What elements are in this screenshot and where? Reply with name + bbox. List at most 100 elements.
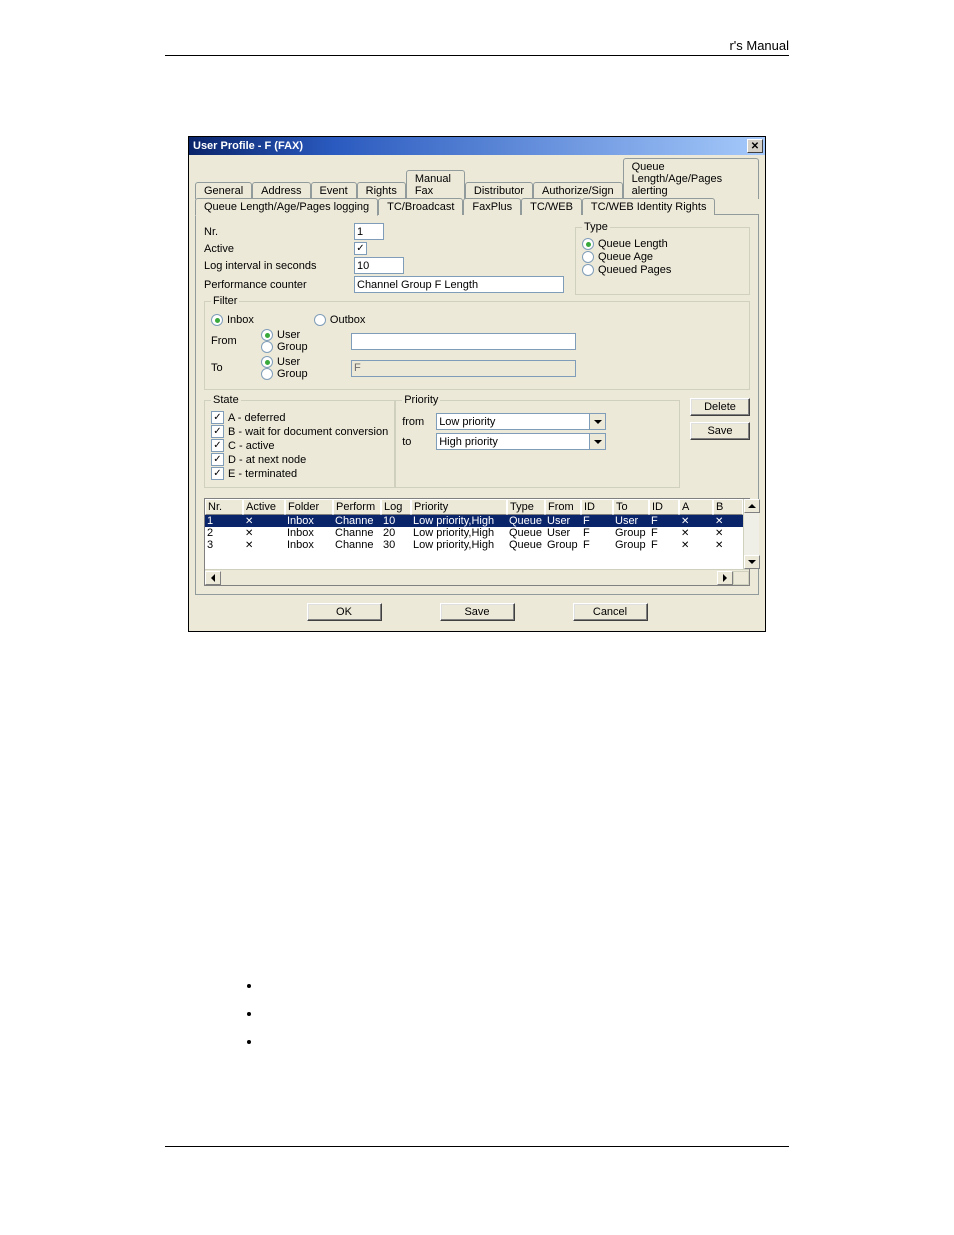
priority-to-label: to — [402, 436, 436, 448]
scroll-down-button[interactable] — [744, 555, 760, 569]
tab-tc-broadcast[interactable]: TC/Broadcast — [378, 198, 463, 215]
priority-from-value[interactable] — [436, 413, 590, 430]
save-entry-button[interactable]: Save — [690, 422, 750, 440]
state-label-e: E - terminated — [228, 468, 297, 480]
filter-to-input[interactable] — [351, 360, 576, 377]
col-to[interactable]: To — [613, 499, 649, 515]
nr-label: Nr. — [204, 226, 354, 238]
type-label-pages: Queued Pages — [598, 264, 671, 276]
nr-input[interactable] — [354, 223, 384, 240]
col-priority[interactable]: Priority — [411, 499, 507, 515]
tab-queue-logging[interactable]: Queue Length/Age/Pages logging — [195, 198, 378, 216]
save-button[interactable]: Save — [440, 603, 515, 621]
state-group: State ✓ A - deferred ✓ B - wait for docume… — [204, 394, 395, 488]
scroll-right-button[interactable] — [717, 571, 733, 585]
state-legend: State — [211, 394, 241, 406]
tabs: General Address Event Rights Manual Fax … — [189, 155, 765, 595]
tab-manual-fax[interactable]: Manual Fax — [406, 170, 465, 199]
type-radio-age[interactable] — [582, 251, 594, 263]
chevron-down-icon[interactable] — [590, 433, 606, 450]
tab-queue-alerting[interactable]: Queue Length/Age/Pages alerting — [623, 158, 759, 199]
type-radio-length[interactable] — [582, 238, 594, 250]
table-row[interactable]: 2InboxChanne20Low priority,HighQueueUser… — [205, 527, 743, 539]
tab-event[interactable]: Event — [311, 182, 357, 199]
filter-from-input[interactable] — [351, 333, 576, 350]
type-radio-pages[interactable] — [582, 264, 594, 276]
filter-to-label: To — [211, 362, 261, 374]
tab-authorize-sign[interactable]: Authorize/Sign — [533, 182, 623, 199]
state-check-d[interactable]: ✓ — [211, 453, 224, 466]
to-label-user: User — [277, 356, 300, 368]
ok-button[interactable]: OK — [307, 603, 382, 621]
from-radio-user[interactable] — [261, 329, 273, 341]
col-active[interactable]: Active — [243, 499, 285, 515]
col-log[interactable]: Log — [381, 499, 411, 515]
table-row[interactable]: 3InboxChanne30Low priority,HighQueueGrou… — [205, 539, 743, 551]
col-id1[interactable]: ID — [581, 499, 613, 515]
page-header: r's Manual — [165, 38, 789, 56]
close-button[interactable]: ✕ — [747, 139, 763, 153]
to-radio-group[interactable] — [261, 368, 273, 380]
from-label-group: Group — [277, 341, 308, 353]
type-legend: Type — [582, 221, 610, 233]
tab-tcweb[interactable]: TC/WEB — [521, 198, 582, 215]
col-type[interactable]: Type — [507, 499, 545, 515]
tab-rights[interactable]: Rights — [357, 182, 406, 199]
chevron-down-icon[interactable] — [590, 413, 606, 430]
active-checkbox[interactable]: ✓ — [354, 242, 367, 255]
from-radio-group[interactable] — [261, 341, 273, 353]
state-check-e[interactable]: ✓ — [211, 467, 224, 480]
filter-from-label: From — [211, 335, 261, 347]
priority-from-dropdown[interactable] — [436, 413, 606, 430]
filter-radio-outbox[interactable] — [314, 314, 326, 326]
priority-to-dropdown[interactable] — [436, 433, 606, 450]
type-label-length: Queue Length — [598, 238, 668, 250]
scroll-corner — [733, 571, 749, 585]
scroll-left-button[interactable] — [205, 571, 221, 585]
state-label-b: B - wait for document conversion — [228, 426, 388, 438]
filter-group: Filter Inbox Outbox From User Group — [204, 295, 750, 390]
state-check-a[interactable]: ✓ — [211, 411, 224, 424]
col-perform[interactable]: Perform — [333, 499, 381, 515]
col-b[interactable]: B — [713, 499, 743, 515]
col-id2[interactable]: ID — [649, 499, 679, 515]
page-footer-rule — [165, 1146, 789, 1147]
filter-label-outbox: Outbox — [330, 314, 365, 326]
from-label-user: User — [277, 329, 300, 341]
tab-tcweb-identity[interactable]: TC/WEB Identity Rights — [582, 198, 716, 215]
active-label: Active — [204, 243, 354, 255]
state-label-c: C - active — [228, 440, 274, 452]
window-title: User Profile - F (FAX) — [191, 140, 303, 152]
type-label-age: Queue Age — [598, 251, 653, 263]
tab-faxplus[interactable]: FaxPlus — [463, 198, 521, 215]
tab-address[interactable]: Address — [252, 182, 310, 199]
perf-counter-input[interactable] — [354, 276, 564, 293]
log-interval-input[interactable] — [354, 257, 404, 274]
col-a[interactable]: A — [679, 499, 713, 515]
to-radio-user[interactable] — [261, 356, 273, 368]
type-group: Type Queue Length Queue Age Queued Pages — [575, 221, 750, 295]
state-label-a: A - deferred — [228, 412, 285, 424]
filter-legend: Filter — [211, 295, 239, 307]
state-check-c[interactable]: ✓ — [211, 439, 224, 452]
page-bullets — [222, 972, 954, 1056]
cancel-button[interactable]: Cancel — [573, 603, 648, 621]
tab-distributor[interactable]: Distributor — [465, 182, 533, 199]
delete-button[interactable]: Delete — [690, 398, 750, 416]
state-check-b[interactable]: ✓ — [211, 425, 224, 438]
logging-grid[interactable]: Nr. Active Folder Perform Log Priority T… — [204, 498, 750, 586]
scroll-track-v[interactable] — [744, 513, 759, 555]
col-from[interactable]: From — [545, 499, 581, 515]
to-label-group: Group — [277, 368, 308, 380]
filter-label-inbox: Inbox — [227, 314, 254, 326]
table-row[interactable]: 1InboxChanne10Low priority,HighQueueUser… — [205, 515, 743, 527]
col-nr[interactable]: Nr. — [205, 499, 243, 515]
titlebar: User Profile - F (FAX) ✕ — [189, 137, 765, 155]
col-folder[interactable]: Folder — [285, 499, 333, 515]
tab-general[interactable]: General — [195, 182, 252, 199]
priority-group: Priority from to — [395, 394, 680, 488]
perf-counter-label: Performance counter — [204, 279, 354, 291]
scroll-up-button[interactable] — [744, 499, 760, 513]
filter-radio-inbox[interactable] — [211, 314, 223, 326]
priority-to-value[interactable] — [436, 433, 590, 450]
